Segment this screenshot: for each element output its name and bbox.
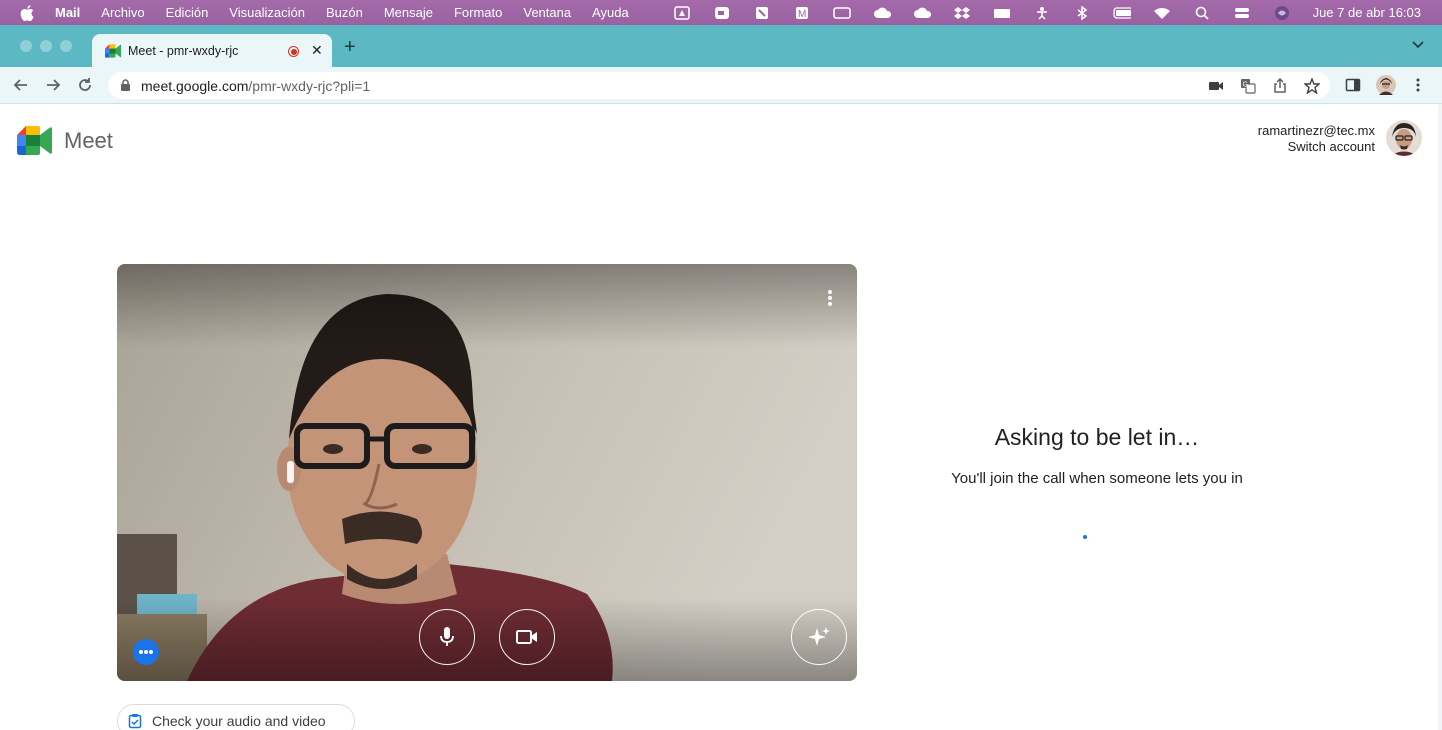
microphone-icon bbox=[440, 627, 454, 646]
control-center-icon[interactable] bbox=[1233, 6, 1251, 20]
menu-ayuda[interactable]: Ayuda bbox=[592, 5, 629, 20]
url-text: meet.google.com/pmr-wxdy-rjc?pli=1 bbox=[141, 78, 370, 94]
menu-visualizacion[interactable]: Visualización bbox=[229, 5, 305, 20]
video-options-more-vert-icon[interactable] bbox=[820, 288, 840, 308]
menubar-clock[interactable]: Jue 7 de abr 16:03 bbox=[1313, 5, 1421, 20]
menu-edicion[interactable]: Edición bbox=[166, 5, 209, 20]
address-bar[interactable]: meet.google.com/pmr-wxdy-rjc?pli=1 G bbox=[108, 72, 1330, 99]
profile-avatar-icon[interactable] bbox=[1376, 75, 1396, 95]
browser-tab-strip: Meet - pmr-wxdy-rjc ✕ + bbox=[0, 25, 1442, 67]
camera-in-use-icon[interactable] bbox=[1208, 78, 1224, 94]
bluetooth-icon[interactable] bbox=[1073, 5, 1091, 20]
account-avatar[interactable] bbox=[1386, 120, 1422, 156]
window-icon[interactable] bbox=[832, 6, 851, 20]
cloud-icon[interactable] bbox=[873, 6, 891, 20]
check-audio-video-button[interactable]: Check your audio and video bbox=[117, 704, 355, 730]
clipboard-check-icon bbox=[128, 714, 142, 729]
new-tab-icon[interactable]: + bbox=[344, 37, 356, 57]
battery-icon[interactable] bbox=[1112, 6, 1131, 20]
more-options-button[interactable] bbox=[133, 639, 159, 665]
macos-menu-bar: Mail Archivo Edición Visualización Buzón… bbox=[0, 0, 1442, 25]
onedrive-icon[interactable] bbox=[913, 6, 931, 20]
menu-formato[interactable]: Formato bbox=[454, 5, 502, 20]
wifi-icon[interactable] bbox=[1153, 6, 1171, 20]
switch-account-link[interactable]: Switch account bbox=[1258, 139, 1375, 155]
videocam-icon bbox=[516, 630, 537, 644]
account-email: ramartinezr@tec.mx bbox=[1257, 123, 1375, 138]
notes-icon[interactable] bbox=[753, 6, 771, 20]
meet-logo-icon bbox=[17, 126, 52, 155]
page-scrollbar[interactable] bbox=[1438, 104, 1442, 730]
tab-search-chevron-down-icon[interactable] bbox=[1412, 41, 1424, 49]
bookmark-star-icon[interactable] bbox=[1304, 78, 1320, 94]
tab-close-icon[interactable]: ✕ bbox=[311, 42, 323, 58]
account-info: ramartinezr@tec.mx Switch account bbox=[1258, 123, 1375, 155]
svg-text:G: G bbox=[1243, 82, 1248, 89]
sparkle-effects-icon bbox=[808, 627, 830, 646]
m-app-icon[interactable]: M bbox=[793, 6, 811, 20]
zoom-icon[interactable] bbox=[713, 6, 731, 20]
visual-effects-button[interactable] bbox=[791, 609, 847, 665]
loading-spinner bbox=[1083, 535, 1087, 539]
join-status-title: Asking to be let in… bbox=[994, 424, 1200, 450]
menu-archivo[interactable]: Archivo bbox=[101, 5, 144, 20]
tab-meet[interactable]: Meet - pmr-wxdy-rjc ✕ bbox=[92, 34, 332, 67]
window-close-icon[interactable] bbox=[20, 40, 32, 52]
side-panel-icon[interactable] bbox=[1345, 77, 1361, 93]
url-host: meet.google.com bbox=[141, 77, 249, 94]
join-status-subtitle: You'll join the call when someone lets y… bbox=[951, 470, 1243, 487]
menubar-status-area: M Jue 7 de abr 16:03 bbox=[673, 0, 1442, 25]
menu-mensaje[interactable]: Mensaje bbox=[384, 5, 433, 20]
self-video-preview bbox=[117, 264, 857, 681]
camera-feed-image bbox=[117, 264, 857, 681]
menu-app-mail[interactable]: Mail bbox=[55, 5, 80, 20]
share-icon[interactable] bbox=[1272, 78, 1288, 94]
menu-ventana[interactable]: Ventana bbox=[523, 5, 571, 20]
forward-arrow-icon[interactable] bbox=[45, 77, 61, 93]
spotlight-search-icon[interactable] bbox=[1193, 6, 1211, 20]
svg-text:M: M bbox=[798, 9, 806, 20]
window-minimize-icon[interactable] bbox=[40, 40, 52, 52]
tab-title: Meet - pmr-wxdy-rjc bbox=[128, 43, 239, 58]
drive-icon[interactable] bbox=[673, 5, 691, 20]
recording-indicator-icon bbox=[288, 46, 299, 57]
translate-icon[interactable]: G bbox=[1240, 78, 1256, 94]
camera-toggle-button[interactable] bbox=[499, 609, 555, 665]
reload-icon[interactable] bbox=[77, 77, 93, 93]
back-arrow-icon[interactable] bbox=[13, 77, 29, 93]
meet-favicon-icon bbox=[105, 43, 121, 58]
more-vert-menu-icon[interactable] bbox=[1410, 77, 1426, 93]
keyboard-icon[interactable] bbox=[993, 6, 1011, 20]
lock-icon[interactable] bbox=[120, 79, 131, 92]
check-audio-video-label: Check your audio and video bbox=[152, 713, 326, 729]
menu-buzon[interactable]: Buzón bbox=[326, 5, 363, 20]
more-horiz-icon bbox=[139, 650, 153, 654]
window-zoom-icon[interactable] bbox=[60, 40, 72, 52]
accessibility-icon[interactable] bbox=[1033, 6, 1051, 20]
microphone-toggle-button[interactable] bbox=[419, 609, 475, 665]
url-path: /pmr-wxdy-rjc?pli=1 bbox=[248, 77, 371, 94]
siri-icon[interactable] bbox=[1273, 5, 1291, 20]
browser-toolbar: meet.google.com/pmr-wxdy-rjc?pli=1 G bbox=[0, 67, 1442, 104]
apple-menu-icon[interactable] bbox=[20, 4, 34, 21]
meet-brand-title: Meet bbox=[64, 128, 113, 153]
dropbox-icon[interactable] bbox=[953, 6, 971, 20]
